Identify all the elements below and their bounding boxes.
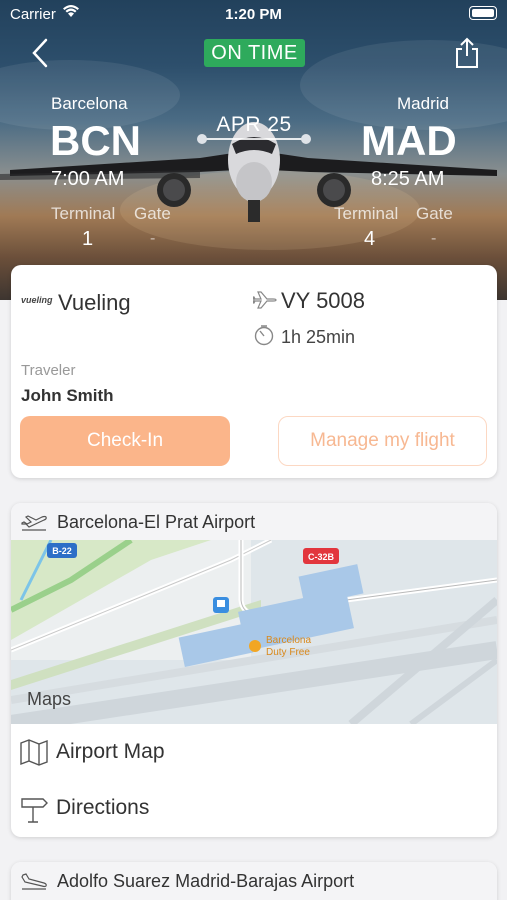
route-dot-end [301, 134, 311, 144]
flight-status-badge: ON TIME [204, 39, 305, 67]
clock: 1:20 PM [225, 6, 282, 23]
svg-text:C-32B: C-32B [308, 552, 335, 562]
airport-header: Adolfo Suarez Madrid-Barajas Airport [11, 862, 497, 900]
destination-terminal-label: Terminal [334, 204, 399, 223]
origin-code: BCN [50, 117, 141, 164]
directions-row[interactable]: Directions [11, 780, 497, 836]
battery-icon [469, 6, 497, 20]
origin-time: 7:00 AM [51, 168, 125, 190]
timer-icon [254, 325, 274, 346]
directions-label: Directions [56, 796, 150, 819]
maps-attribution: Maps [27, 689, 72, 709]
airport-header: Barcelona-El Prat Airport [11, 503, 497, 540]
takeoff-icon [21, 515, 47, 531]
airport-name: Barcelona-El Prat Airport [57, 512, 256, 532]
svg-text:Duty Free: Duty Free [266, 647, 310, 658]
flight-duration: 1h 25min [281, 327, 356, 347]
flight-details-card: vueling Vueling VY 5008 1h 25min Travele… [11, 265, 497, 478]
airport-map[interactable]: B-22 C-32B Barcelona Duty Free [11, 540, 497, 724]
traveler-name: John Smith [21, 386, 114, 405]
destination-terminal: 4 [364, 228, 376, 250]
road-label-c32b: C-32B [303, 548, 339, 564]
traveler-label: Traveler [21, 362, 76, 379]
road-label-b22: B-22 [47, 543, 77, 558]
map-icon [20, 739, 48, 766]
svg-text:Barcelona: Barcelona [266, 635, 311, 646]
origin-terminal-label: Terminal [51, 204, 116, 223]
airline-name: Vueling [58, 290, 131, 315]
manage-flight-button[interactable]: Manage my flight [278, 416, 487, 466]
airport-map-label: Airport Map [56, 740, 165, 763]
plane-icon [253, 291, 277, 309]
route-dot-start [197, 134, 207, 144]
origin-gate-label: Gate [134, 204, 171, 223]
airline-logo: vueling [21, 295, 53, 305]
arrival-airport-card: Adolfo Suarez Madrid-Barajas Airport [11, 862, 497, 900]
airport-map-row[interactable]: Airport Map [11, 724, 497, 780]
route-line [202, 138, 306, 140]
train-station-icon [213, 597, 229, 613]
svg-text:B-22: B-22 [52, 546, 72, 556]
destination-city: Madrid [397, 94, 449, 113]
destination-code: MAD [361, 117, 457, 164]
destination-time: 8:25 AM [371, 168, 445, 190]
back-icon[interactable] [28, 36, 54, 70]
signpost-icon [21, 798, 48, 823]
landing-icon [21, 873, 47, 890]
flight-date: APR 25 [216, 113, 292, 136]
origin-gate: - [150, 230, 156, 247]
departure-airport-card: Barcelona-El Prat Airport B-22 C-32B Bar… [11, 503, 497, 837]
share-icon[interactable] [452, 36, 482, 70]
origin-city: Barcelona [51, 94, 128, 113]
origin-terminal: 1 [82, 228, 94, 250]
check-in-button[interactable]: Check-In [20, 416, 230, 466]
airport-name: Adolfo Suarez Madrid-Barajas Airport [57, 871, 355, 891]
destination-gate-label: Gate [416, 204, 453, 223]
destination-gate: - [431, 230, 437, 247]
flight-number: VY 5008 [281, 288, 366, 313]
status-bar: Carrier 1:20 PM [0, 0, 507, 28]
